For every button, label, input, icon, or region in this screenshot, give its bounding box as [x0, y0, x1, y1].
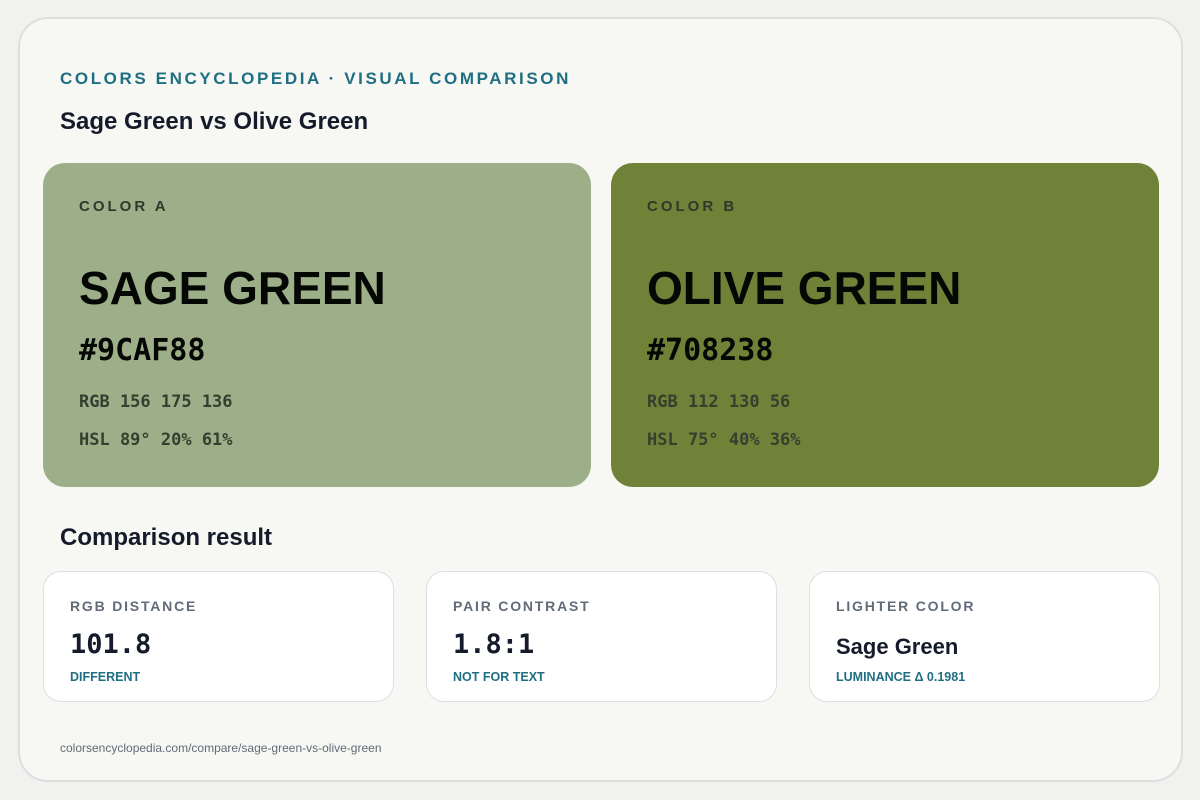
pair-contrast-value: 1.8:1 — [453, 629, 535, 660]
comparison-card: COLORS ENCYCLOPEDIA · VISUAL COMPARISON … — [18, 17, 1183, 782]
color-b-hex: #708238 — [647, 333, 774, 368]
color-b-role: COLOR B — [647, 198, 738, 215]
lighter-color-value: Sage Green — [836, 634, 959, 659]
rgb-distance-card: RGB DISTANCE 101.8 DIFFERENT — [43, 571, 394, 702]
pair-contrast-label: PAIR CONTRAST — [453, 598, 591, 614]
rgb-distance-value: 101.8 — [70, 629, 152, 660]
color-b-name: OLIVE GREEN — [647, 262, 962, 314]
color-a-hex: #9CAF88 — [79, 333, 206, 368]
luminance-delta-note: LUMINANCE Δ 0.1981 — [836, 670, 966, 684]
color-a-hsl: HSL 89° 20% 61% — [79, 430, 233, 450]
color-a-name: SAGE GREEN — [79, 262, 386, 314]
color-a-swatch: COLOR A SAGE GREEN #9CAF88 RGB 156 175 1… — [43, 163, 591, 487]
color-a-rgb: RGB 156 175 136 — [79, 392, 233, 412]
color-b-rgb: RGB 112 130 56 — [647, 392, 791, 412]
color-a-role: COLOR A — [79, 198, 169, 215]
color-b-swatch: COLOR B OLIVE GREEN #708238 RGB 112 130 … — [611, 163, 1159, 487]
comparison-title: Comparison result — [60, 524, 273, 551]
lighter-color-label: LIGHTER COLOR — [836, 598, 976, 614]
color-b-hsl: HSL 75° 40% 36% — [647, 430, 801, 450]
footer-url[interactable]: colorsencyclopedia.com/compare/sage-gree… — [60, 741, 382, 755]
pair-contrast-note: NOT FOR TEXT — [453, 670, 545, 684]
lighter-color-card: LIGHTER COLOR Sage Green LUMINANCE Δ 0.1… — [809, 571, 1160, 702]
rgb-distance-label: RGB DISTANCE — [70, 598, 198, 614]
page-title: Sage Green vs Olive Green — [60, 108, 369, 135]
site-eyebrow: COLORS ENCYCLOPEDIA · VISUAL COMPARISON — [60, 69, 572, 88]
pair-contrast-card: PAIR CONTRAST 1.8:1 NOT FOR TEXT — [426, 571, 777, 702]
rgb-distance-note: DIFFERENT — [70, 670, 141, 684]
